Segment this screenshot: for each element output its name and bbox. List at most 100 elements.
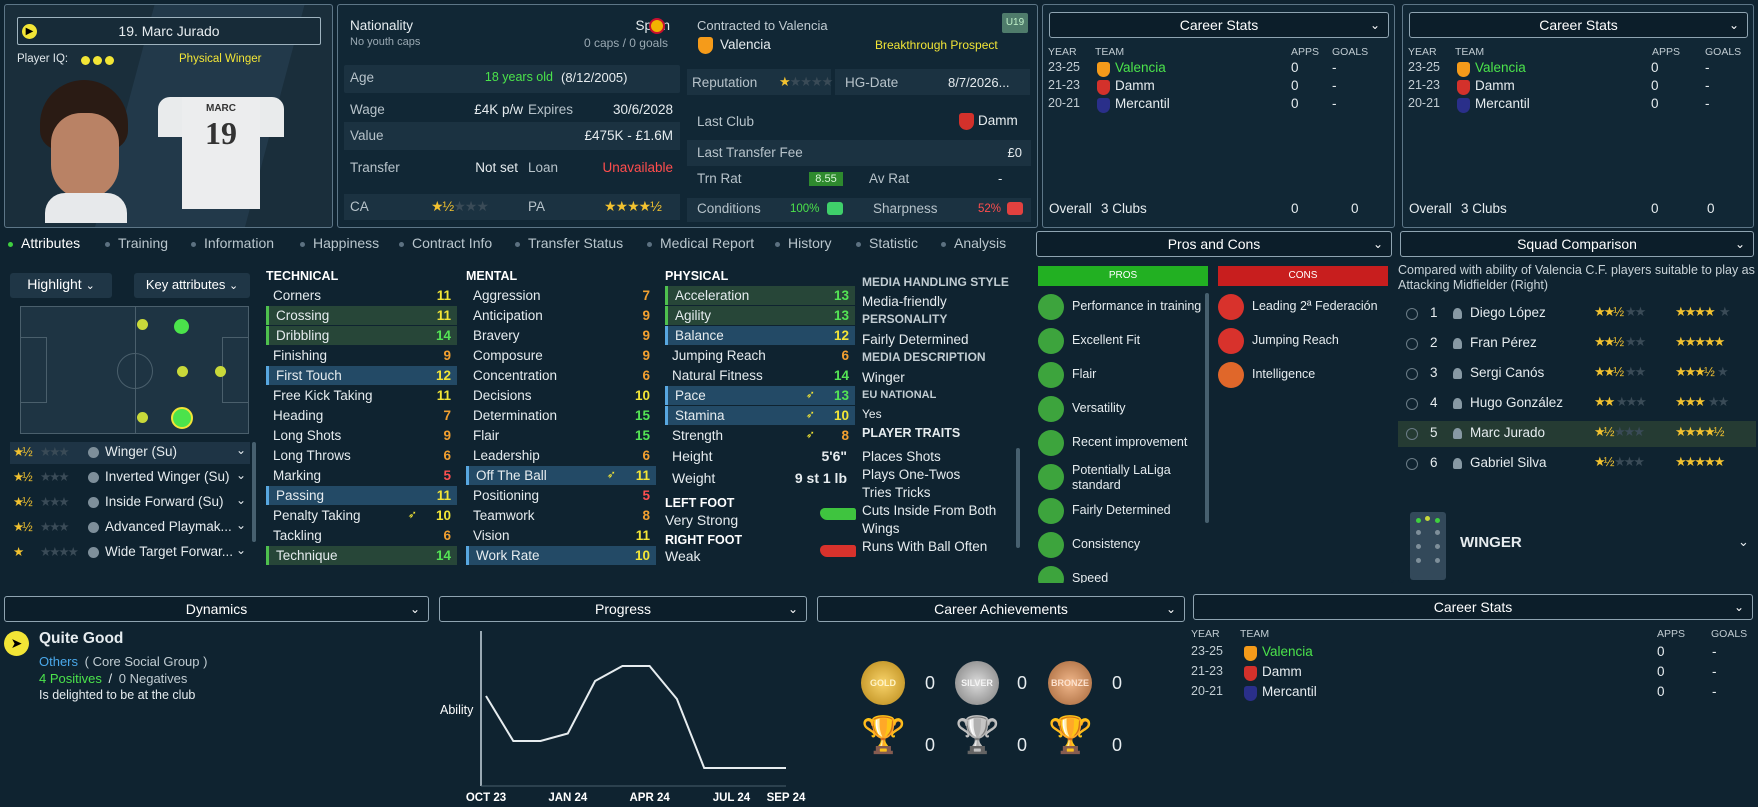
chevron-down-icon[interactable]: ⌄ bbox=[236, 543, 246, 557]
team[interactable]: Valencia bbox=[1262, 644, 1313, 659]
attribute-row[interactable]: Passing 11 bbox=[266, 486, 457, 505]
team[interactable]: Damm bbox=[1262, 664, 1302, 679]
career-row[interactable]: 21-23 Damm 0 - bbox=[1408, 78, 1748, 96]
career-row[interactable]: 20-21 Mercantil 0 - bbox=[1048, 96, 1388, 114]
radio-icon[interactable] bbox=[1406, 458, 1418, 470]
pros-scrollbar[interactable] bbox=[1205, 293, 1209, 523]
attribute-row[interactable]: Crossing 11 bbox=[266, 306, 457, 325]
tab-history[interactable]: History bbox=[775, 235, 832, 251]
attribute-row[interactable]: Jumping Reach 6 bbox=[665, 346, 855, 365]
team[interactable]: Mercantil bbox=[1262, 684, 1317, 699]
chevron-down-icon[interactable]: ⌄ bbox=[236, 493, 246, 507]
career-row[interactable]: 23-25 Valencia 0 - bbox=[1048, 60, 1388, 78]
team[interactable]: Mercantil bbox=[1475, 96, 1530, 111]
tab-attributes[interactable]: Attributes bbox=[8, 235, 80, 251]
attribute-row[interactable]: Long Shots 9 bbox=[266, 426, 457, 445]
attribute-row[interactable]: Penalty Taking ➶ 10 bbox=[266, 506, 457, 525]
attribute-row[interactable]: Composure 9 bbox=[466, 346, 656, 365]
info-icon[interactable] bbox=[88, 547, 99, 558]
pro-item[interactable]: Recent improvement bbox=[1038, 427, 1208, 461]
pro-item[interactable]: Excellent Fit bbox=[1038, 325, 1208, 359]
team[interactable]: Mercantil bbox=[1115, 96, 1170, 111]
role-item[interactable]: ★ ★★★★ Wide Target Forwar... ⌄ bbox=[10, 542, 250, 564]
info-icon[interactable] bbox=[88, 472, 99, 483]
attribute-row[interactable]: Aggression 7 bbox=[466, 286, 656, 305]
career-row[interactable]: 21-23 Damm 0 - bbox=[1048, 78, 1388, 96]
squad-row[interactable]: 5 Marc Jurado ★½ ★★★ ★★★★½ bbox=[1398, 421, 1756, 447]
attribute-row[interactable]: Vision 11 bbox=[466, 526, 656, 545]
attribute-row[interactable]: Leadership 6 bbox=[466, 446, 656, 465]
pro-item[interactable]: Fairly Determined bbox=[1038, 495, 1208, 529]
team[interactable]: Damm bbox=[1115, 78, 1155, 93]
squad-dropdown[interactable]: Squad Comparison ⌄ bbox=[1400, 231, 1754, 257]
dynamics-dropdown[interactable]: Dynamics ⌄ bbox=[4, 596, 429, 622]
squad-row[interactable]: 6 Gabriel Silva ★½ ★★★ ★★★★★ bbox=[1398, 451, 1756, 477]
position-chevron-icon[interactable]: ⌄ bbox=[1738, 534, 1749, 550]
pro-item[interactable]: Flair bbox=[1038, 359, 1208, 393]
traits-scrollbar[interactable] bbox=[1016, 448, 1020, 548]
career-stats-dropdown-1[interactable]: Career Stats ⌄ bbox=[1049, 12, 1389, 38]
attribute-row[interactable]: Corners 11 bbox=[266, 286, 457, 305]
key-attributes-dropdown[interactable]: Key attributes ⌄ bbox=[134, 273, 250, 298]
player-name[interactable]: Sergi Canós bbox=[1470, 365, 1544, 380]
attribute-row[interactable]: Anticipation 9 bbox=[466, 306, 656, 325]
role-item[interactable]: ★½ ★★★ Inside Forward (Su) ⌄ bbox=[10, 492, 250, 514]
player-name[interactable]: Marc Jurado bbox=[1470, 425, 1545, 440]
attribute-row[interactable]: Balance 12 bbox=[665, 326, 855, 345]
tab-information[interactable]: Information bbox=[191, 235, 274, 251]
proscons-dropdown[interactable]: Pros and Cons ⌄ bbox=[1036, 231, 1392, 257]
radio-icon[interactable] bbox=[1406, 428, 1418, 440]
pitch[interactable] bbox=[20, 306, 249, 434]
attribute-row[interactable]: Long Throws 6 bbox=[266, 446, 457, 465]
con-item[interactable]: Intelligence bbox=[1218, 359, 1388, 393]
pro-item[interactable]: Speed bbox=[1038, 563, 1208, 583]
attribute-row[interactable]: First Touch 12 bbox=[266, 366, 457, 385]
career-row[interactable]: 21-23 Damm 0 - bbox=[1191, 664, 1751, 684]
attribute-row[interactable]: Pace ➶ 13 bbox=[665, 386, 855, 405]
attribute-row[interactable]: Decisions 10 bbox=[466, 386, 656, 405]
attribute-row[interactable]: Determination 15 bbox=[466, 406, 656, 425]
player-name[interactable]: Hugo González bbox=[1470, 395, 1563, 410]
squad-row[interactable]: 3 Sergi Canós ★★½ ★★ ★★★½ ★ bbox=[1398, 361, 1756, 387]
attribute-row[interactable]: Positioning 5 bbox=[466, 486, 656, 505]
pro-item[interactable]: Potentially LaLiga standard bbox=[1038, 461, 1208, 495]
con-item[interactable]: Leading 2ª Federación bbox=[1218, 291, 1388, 325]
attribute-row[interactable]: Finishing 9 bbox=[266, 346, 457, 365]
attribute-row[interactable]: Bravery 9 bbox=[466, 326, 656, 345]
squad-row[interactable]: 4 Hugo González ★★ ★★★ ★★★ ★★ bbox=[1398, 391, 1756, 417]
radio-icon[interactable] bbox=[1406, 368, 1418, 380]
role-item[interactable]: ★½ ★★★ Advanced Playmak... ⌄ bbox=[10, 517, 250, 539]
pro-item[interactable]: Performance in training bbox=[1038, 291, 1208, 325]
progress-dropdown[interactable]: Progress ⌄ bbox=[439, 596, 807, 622]
career-row[interactable]: 23-25 Valencia 0 - bbox=[1408, 60, 1748, 78]
player-name[interactable]: Diego López bbox=[1470, 305, 1546, 320]
con-item[interactable]: Jumping Reach bbox=[1218, 325, 1388, 359]
role-item[interactable]: ★½ ★★★ Inverted Winger (Su) ⌄ bbox=[10, 467, 250, 489]
attribute-row[interactable]: Work Rate 10 bbox=[466, 546, 656, 565]
tab-contract-info[interactable]: Contract Info bbox=[399, 235, 492, 251]
team[interactable]: Valencia bbox=[1115, 60, 1166, 75]
pro-item[interactable]: Consistency bbox=[1038, 529, 1208, 563]
info-icon[interactable] bbox=[88, 447, 99, 458]
info-icon[interactable] bbox=[88, 522, 99, 533]
career-row[interactable]: 20-21 Mercantil 0 - bbox=[1408, 96, 1748, 114]
squad-row[interactable]: 1 Diego López ★★½ ★★ ★★★★ ★ bbox=[1398, 301, 1756, 327]
tab-happiness[interactable]: Happiness bbox=[300, 235, 379, 251]
role-item[interactable]: ★½ ★★★ Winger (Su) ⌄ bbox=[10, 442, 250, 464]
chevron-down-icon[interactable]: ⌄ bbox=[236, 518, 246, 532]
attribute-row[interactable]: Flair 15 bbox=[466, 426, 656, 445]
attribute-row[interactable]: Free Kick Taking 11 bbox=[266, 386, 457, 405]
achievements-dropdown[interactable]: Career Achievements ⌄ bbox=[817, 596, 1185, 622]
pro-item[interactable]: Versatility bbox=[1038, 393, 1208, 427]
tab-transfer-status[interactable]: Transfer Status bbox=[515, 235, 623, 251]
info-icon[interactable] bbox=[88, 497, 99, 508]
career-row[interactable]: 20-21 Mercantil 0 - bbox=[1191, 684, 1751, 704]
attribute-row[interactable]: Marking 5 bbox=[266, 466, 457, 485]
attribute-row[interactable]: Heading 7 bbox=[266, 406, 457, 425]
team[interactable]: Damm bbox=[1475, 78, 1515, 93]
tab-statistic[interactable]: Statistic bbox=[856, 235, 918, 251]
career-stats-dropdown-3[interactable]: Career Stats ⌄ bbox=[1193, 594, 1753, 620]
radio-icon[interactable] bbox=[1406, 398, 1418, 410]
tab-training[interactable]: Training bbox=[105, 235, 168, 251]
radio-icon[interactable] bbox=[1406, 338, 1418, 350]
